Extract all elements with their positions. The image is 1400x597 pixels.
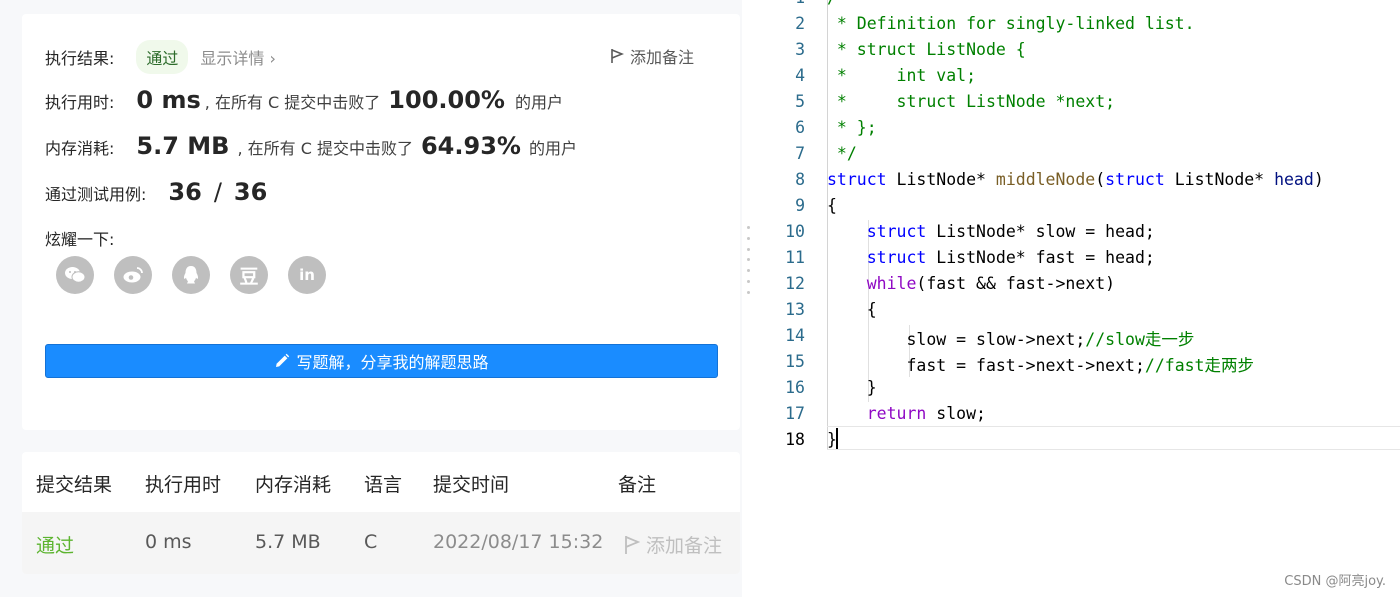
runtime-label: 执行用时: — [45, 93, 115, 112]
code-line: / — [827, 0, 837, 7]
col-header-memory: 内存消耗 — [255, 474, 332, 496]
line-number: 10 — [785, 222, 805, 241]
pencil-icon — [276, 353, 290, 367]
code-line: * struct ListNode { — [827, 40, 1026, 59]
line-number-current: 18 — [785, 430, 805, 449]
show-details-link[interactable]: 显示详情 › — [200, 45, 276, 69]
line-number: 6 — [795, 118, 805, 137]
memory-value: 5.7 MB — [136, 132, 230, 160]
write-solution-button[interactable]: 写题解，分享我的解题思路 — [45, 344, 718, 378]
wechat-icon[interactable] — [56, 256, 94, 294]
add-note-label: 添加备注 — [630, 48, 695, 67]
status-badge: 通过 — [136, 40, 189, 74]
testcases-total: 36 — [233, 178, 268, 206]
line-number: 16 — [785, 378, 805, 397]
code-line: { — [827, 196, 837, 215]
line-number: 17 — [785, 404, 805, 423]
exec-result-label: 执行结果: — [45, 49, 115, 68]
runtime-users-text: 的用户 — [514, 93, 563, 112]
row-status-link[interactable]: 通过 — [36, 531, 74, 558]
text-cursor — [836, 428, 838, 449]
code-line: * struct ListNode *next; — [827, 92, 1116, 111]
line-number: 4 — [795, 66, 805, 85]
col-header-note: 备注 — [618, 474, 657, 496]
flag-icon — [611, 49, 624, 63]
watermark: CSDN @阿亮joy. — [1284, 574, 1386, 589]
memory-row: 内存消耗: 5.7 MB , 在所有 C 提交中击败了 64.93% 的用户 — [45, 132, 577, 160]
flag-icon — [625, 535, 640, 554]
social-share-icons: 豆 in — [56, 256, 326, 294]
code-line: */ — [827, 144, 857, 163]
line-number: 3 — [795, 40, 805, 59]
row-submitted-at: 2022/08/17 15:32 — [433, 531, 604, 553]
memory-beat-text: , 在所有 C 提交中击败了 — [237, 139, 413, 158]
col-header-language: 语言 — [364, 474, 403, 496]
line-number: 12 — [785, 274, 805, 293]
linkedin-glyph: in — [299, 266, 315, 284]
testcases-row: 通过测试用例: 36 / 36 — [45, 178, 267, 206]
share-label: 炫耀一下: — [45, 230, 115, 249]
qq-icon[interactable] — [172, 256, 210, 294]
col-header-submitted: 提交时间 — [433, 474, 510, 496]
code-line: while(fast && fast->next) — [866, 274, 1116, 293]
line-number: 13 — [785, 300, 805, 319]
line-number: 5 — [795, 92, 805, 111]
code-line: struct ListNode* middleNode(struct ListN… — [827, 170, 1324, 189]
line-number: 7 — [795, 144, 805, 163]
runtime-percent: 100.00% — [388, 86, 505, 114]
col-header-runtime: 执行用时 — [145, 474, 222, 496]
testcases-label: 通过测试用例: — [45, 185, 147, 204]
testcases-separator: / — [213, 178, 222, 206]
weibo-icon[interactable] — [114, 256, 152, 294]
code-line: return slow; — [866, 404, 986, 423]
submissions-table: 提交结果 执行用时 内存消耗 语言 提交时间 备注 通过 0 ms 5.7 MB… — [22, 452, 740, 574]
line-number: 14 — [785, 326, 805, 345]
douban-icon[interactable]: 豆 — [230, 256, 268, 294]
memory-label: 内存消耗: — [45, 139, 115, 158]
code-line: } — [827, 378, 877, 397]
line-number: 8 — [795, 170, 805, 189]
row-add-note[interactable]: 添加备注 — [624, 531, 722, 558]
memory-users-text: 的用户 — [528, 139, 577, 158]
col-header-status: 提交结果 — [36, 474, 113, 496]
code-line: * Definition for singly-linked list. — [827, 14, 1195, 33]
code-line: struct ListNode* slow = head; — [866, 222, 1155, 241]
runtime-beat-text: , 在所有 C 提交中击败了 — [204, 93, 381, 112]
table-row[interactable]: 通过 0 ms 5.7 MB C 2022/08/17 15:32 添加备注 — [22, 512, 740, 574]
runtime-row: 执行用时: 0 ms , 在所有 C 提交中击败了 100.00% 的用户 — [45, 86, 563, 114]
memory-percent: 64.93% — [420, 132, 521, 160]
code-editor[interactable]: 1 2 3 4 5 6 7 8 9 10 11 12 13 14 15 16 1… — [757, 0, 1400, 597]
share-row: 炫耀一下: — [45, 226, 114, 250]
code-line: fast = fast->next->next;//fast走两步 — [827, 356, 1254, 375]
line-number: 2 — [795, 14, 805, 33]
code-line: * }; — [827, 118, 877, 137]
linkedin-icon[interactable]: in — [288, 256, 326, 294]
current-line-highlight — [827, 426, 1400, 450]
write-solution-label: 写题解，分享我的解题思路 — [296, 353, 489, 372]
result-card: 执行结果: 通过 显示详情 › 添加备注 执行用时: 0 ms , 在所有 C … — [22, 14, 740, 430]
testcases-passed: 36 — [168, 178, 202, 206]
row-memory: 5.7 MB — [255, 531, 321, 553]
line-number: 1 — [757, 0, 805, 7]
line-number: 11 — [785, 248, 805, 267]
code-line: { — [827, 300, 877, 319]
line-number: 15 — [785, 352, 805, 371]
add-note-button[interactable]: 添加备注 — [610, 44, 694, 68]
exec-result-row: 执行结果: 通过 显示详情 › — [45, 40, 276, 74]
panel-resize-handle[interactable] — [747, 226, 751, 294]
code-line: * int val; — [827, 66, 977, 85]
row-runtime: 0 ms — [145, 531, 192, 553]
douban-glyph: 豆 — [239, 265, 259, 288]
row-language: C — [364, 531, 378, 553]
line-number: 9 — [795, 196, 805, 215]
code-line: slow = slow->next;//slow走一步 — [827, 330, 1195, 349]
code-line: struct ListNode* fast = head; — [866, 248, 1155, 267]
runtime-value: 0 ms — [136, 86, 201, 114]
row-add-note-label: 添加备注 — [646, 535, 723, 557]
result-panel: 执行结果: 通过 显示详情 › 添加备注 执行用时: 0 ms , 在所有 C … — [0, 0, 742, 597]
